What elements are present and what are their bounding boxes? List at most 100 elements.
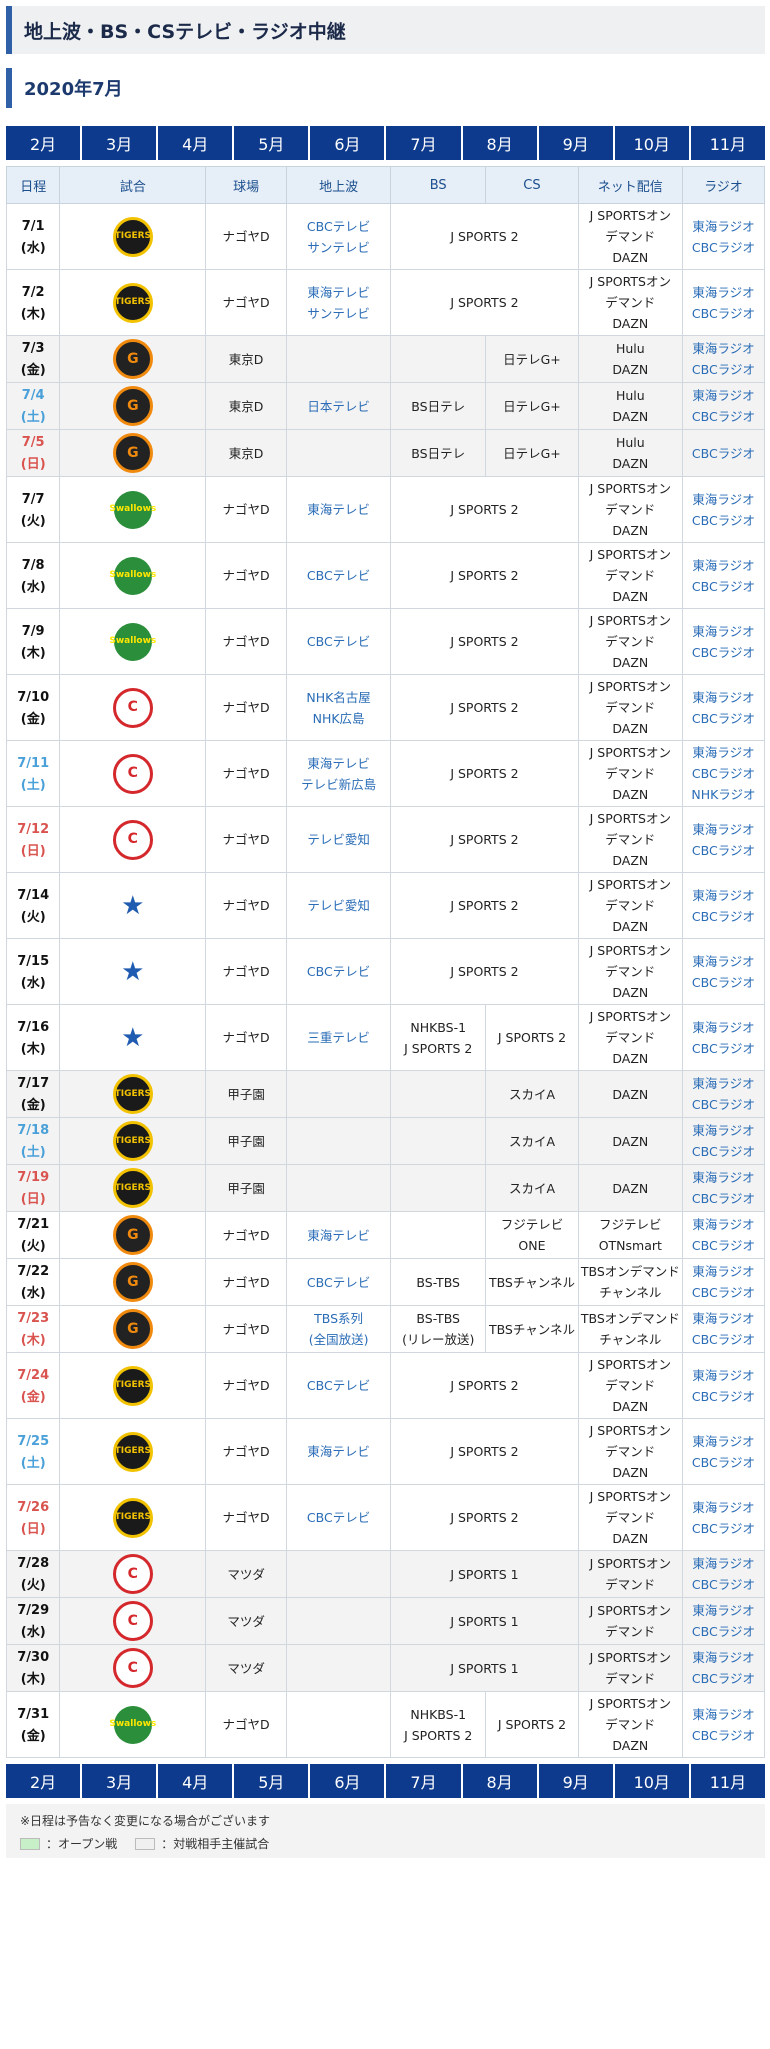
net-stream-cell: TBSオンデマンド チャンネル <box>577 1305 683 1353</box>
radio-station[interactable]: 東海ラジオ CBCラジオ <box>692 1020 755 1056</box>
opponent-cell: G <box>59 1305 207 1353</box>
month-link[interactable]: 11月 <box>691 126 765 160</box>
month-link[interactable]: 4月 <box>158 126 235 160</box>
terrestrial-channel[interactable]: CBCテレビ <box>307 964 370 979</box>
game-date: 7/5 (日) <box>20 435 46 472</box>
month-link[interactable]: 5月 <box>234 126 311 160</box>
radio-cell: 東海ラジオ CBCラジオ <box>681 1644 766 1692</box>
radio-station[interactable]: 東海ラジオ CBCラジオ <box>692 1217 755 1253</box>
radio-station[interactable]: 東海ラジオ CBCラジオ <box>692 1264 755 1300</box>
month-link[interactable]: 9月 <box>539 126 615 160</box>
terrestrial-channel[interactable]: 東海テレビ テレビ新広島 <box>301 756 376 792</box>
month-link[interactable]: 11月 <box>691 1764 765 1798</box>
month-link[interactable]: 5月 <box>234 1764 311 1798</box>
bs-cell <box>390 1117 487 1165</box>
venue-cell: マツダ <box>205 1644 287 1692</box>
cs-cell: TBSチャンネル <box>485 1258 579 1306</box>
radio-station[interactable]: 東海ラジオ CBCラジオ <box>692 1311 755 1347</box>
table-row: 7/28 (火) C マツダ J SPORTS 1 J SPORTSオン デマンド 東海ラジオ… <box>5 1550 766 1598</box>
terrestrial-channel[interactable]: 東海テレビ <box>307 1228 370 1243</box>
terrestrial-channel[interactable]: CBCテレビ <box>307 1510 370 1525</box>
opponent-cell: G <box>59 382 207 430</box>
terrestrial-channel[interactable]: テレビ愛知 <box>307 898 370 913</box>
month-link[interactable]: 7月 <box>386 1764 463 1798</box>
radio-station[interactable]: 東海ラジオ CBCラジオ <box>692 1707 755 1743</box>
bs-cell: NHKBS-1 J SPORTS 2 <box>390 1691 487 1758</box>
table-row: 7/25 (土) TIGERS ナゴヤD 東海テレビ J SPORTS 2 J SPORTS… <box>5 1418 766 1485</box>
month-link[interactable]: 7月 <box>386 126 463 160</box>
month-link[interactable]: 10月 <box>615 126 691 160</box>
radio-cell: 東海ラジオ CBCラジオ <box>681 203 766 270</box>
opponent-cell: G <box>59 1258 207 1306</box>
game-date: 7/22 (水) <box>17 1264 50 1301</box>
net-stream-cell: フジテレビ OTNsmart <box>577 1211 683 1259</box>
radio-station[interactable]: 東海ラジオ CBCラジオ <box>692 341 755 377</box>
month-link[interactable]: 2月 <box>6 1764 83 1798</box>
terrestrial-channel[interactable]: 日本テレビ <box>307 399 370 414</box>
month-link[interactable]: 8月 <box>463 126 539 160</box>
date-cell: 7/8 (水) <box>5 542 61 609</box>
game-date: 7/24 (金) <box>17 1367 50 1405</box>
radio-station[interactable]: 東海ラジオ CBCラジオ <box>692 1076 755 1112</box>
radio-station[interactable]: 東海ラジオ CBCラジオ <box>692 954 755 990</box>
terrestrial-cell: CBCテレビ サンテレビ <box>285 203 392 270</box>
radio-station[interactable]: CBCラジオ <box>692 446 755 461</box>
terrestrial-channel[interactable]: NHK名古屋 NHK広島 <box>306 690 370 726</box>
opponent-cell: G <box>59 1211 207 1259</box>
terrestrial-channel[interactable]: CBCテレビ <box>307 1378 370 1393</box>
net-stream: J SPORTSオン デマンド <box>589 1556 671 1592</box>
radio-station[interactable]: 東海ラジオ CBCラジオ <box>692 1170 755 1206</box>
radio-station[interactable]: 東海ラジオ CBCラジオ <box>692 822 755 858</box>
month-link[interactable]: 6月 <box>310 126 387 160</box>
table-header: 日程 試合 球場 地上波 BS CS ネット配信 ラジオ <box>5 166 766 204</box>
terrestrial-channel[interactable]: TBS系列 (全国放送) <box>309 1311 369 1347</box>
radio-station[interactable]: 東海ラジオ CBCラジオ <box>692 558 755 594</box>
table-row: 7/17 (金) TIGERS 甲子園 スカイA DAZN 東海ラジオ CBCラジオ <box>5 1070 766 1118</box>
game-date: 7/26 (日) <box>17 1499 50 1537</box>
radio-station[interactable]: 東海ラジオ CBCラジオ <box>692 1603 755 1639</box>
radio-station[interactable]: 東海ラジオ CBCラジオ <box>692 1500 755 1536</box>
terrestrial-channel[interactable]: 東海テレビ <box>307 502 370 517</box>
radio-station[interactable]: 東海ラジオ CBCラジオ <box>692 285 755 321</box>
terrestrial-channel[interactable]: CBCテレビ <box>307 568 370 583</box>
month-link[interactable]: 3月 <box>82 126 159 160</box>
radio-station[interactable]: 東海ラジオ CBCラジオ <box>692 1434 755 1470</box>
month-link[interactable]: 3月 <box>82 1764 159 1798</box>
terrestrial-channel[interactable]: テレビ愛知 <box>307 832 370 847</box>
terrestrial-channel[interactable]: CBCテレビ <box>307 634 370 649</box>
terrestrial-channel[interactable]: CBCテレビ サンテレビ <box>307 219 370 255</box>
radio-station[interactable]: 東海ラジオ CBCラジオ <box>692 1368 755 1404</box>
month-link[interactable]: 6月 <box>310 1764 387 1798</box>
radio-station[interactable]: 東海ラジオ CBCラジオ <box>692 624 755 660</box>
terrestrial-channel[interactable]: 三重テレビ <box>307 1030 370 1045</box>
month-link[interactable]: 8月 <box>463 1764 539 1798</box>
radio-station[interactable]: 東海ラジオ CBCラジオ <box>692 492 755 528</box>
radio-station[interactable]: 東海ラジオ CBCラジオ <box>692 1556 755 1592</box>
venue-cell: ナゴヤD <box>205 542 287 609</box>
terrestrial-channel[interactable]: 東海テレビ サンテレビ <box>307 285 370 321</box>
month-link[interactable]: 9月 <box>539 1764 615 1798</box>
date-cell: 7/21 (火) <box>5 1211 61 1259</box>
net-stream: J SPORTSオン デマンド DAZN <box>589 679 671 736</box>
radio-station[interactable]: 東海ラジオ CBCラジオ NHKラジオ <box>691 745 755 802</box>
disclaimer: ※日程は予告なく変更になる場合がございます <box>20 1814 271 1828</box>
venue-cell: ナゴヤD <box>205 1211 287 1259</box>
radio-station[interactable]: 東海ラジオ CBCラジオ <box>692 1650 755 1686</box>
terrestrial-channel[interactable]: 東海テレビ <box>307 1444 370 1459</box>
month-link[interactable]: 4月 <box>158 1764 235 1798</box>
radio-cell: 東海ラジオ CBCラジオ <box>681 1352 766 1419</box>
radio-station[interactable]: 東海ラジオ CBCラジオ <box>692 1123 755 1159</box>
satellite-channel: J SPORTS 1 <box>450 1660 519 1676</box>
terrestrial-cell: 東海テレビ テレビ新広島 <box>285 740 392 807</box>
team-logo-icon: Swallows <box>109 490 156 529</box>
radio-station[interactable]: 東海ラジオ CBCラジオ <box>692 690 755 726</box>
team-logo-icon: C <box>112 1648 153 1688</box>
month-link[interactable]: 10月 <box>615 1764 691 1798</box>
month-link[interactable]: 2月 <box>6 126 83 160</box>
terrestrial-channel[interactable]: CBCテレビ <box>307 1275 370 1290</box>
radio-station[interactable]: 東海ラジオ CBCラジオ <box>692 219 755 255</box>
radio-station[interactable]: 東海ラジオ CBCラジオ <box>692 388 755 424</box>
game-date: 7/17 (金) <box>17 1076 50 1113</box>
column-header: CS <box>485 166 579 204</box>
radio-station[interactable]: 東海ラジオ CBCラジオ <box>692 888 755 924</box>
